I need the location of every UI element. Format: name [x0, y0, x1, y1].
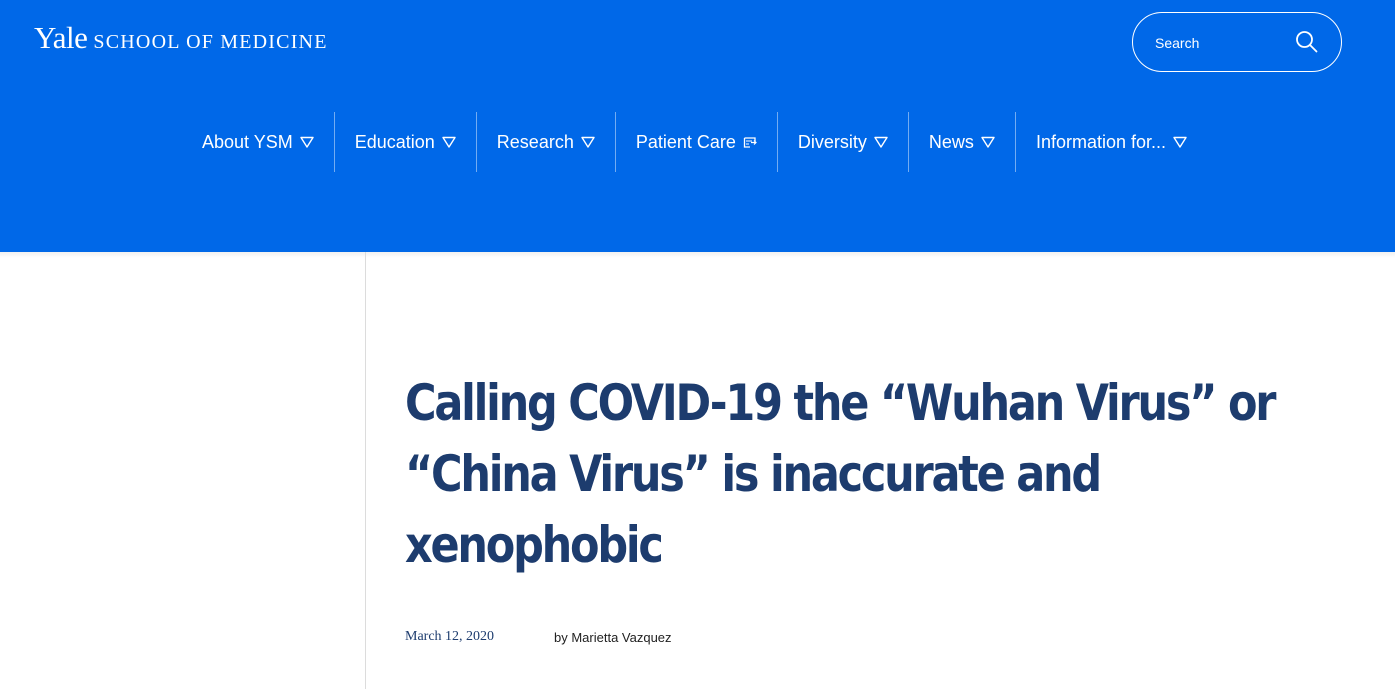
search-icon[interactable] — [1295, 30, 1319, 54]
nav-label: About YSM — [202, 131, 293, 152]
nav-label: Education — [354, 131, 435, 152]
article-title-line: Calling COVID-19 the “Wuhan Virus” or — [405, 374, 1277, 432]
nav-diversity[interactable]: Diversity — [776, 112, 908, 172]
triangle-down-icon — [581, 136, 595, 148]
nav-label: Patient Care — [635, 131, 736, 152]
triangle-down-icon — [442, 136, 456, 148]
nav-information-for[interactable]: Information for... — [1014, 112, 1207, 172]
nav-label: Diversity — [797, 131, 867, 152]
main-nav: About YSM Education Research Patient Car… — [182, 112, 1207, 172]
article-title-line: xenophobic — [405, 516, 664, 574]
article-date: March 12, 2020 — [405, 629, 495, 644]
logo-yale-text: Yale — [34, 20, 88, 55]
nav-label: Research — [496, 131, 574, 152]
nav-research[interactable]: Research — [475, 112, 615, 172]
article-author[interactable]: by Marietta Vazquez — [554, 630, 672, 645]
nav-label: Information for... — [1035, 131, 1166, 152]
nav-label: News — [928, 131, 974, 152]
header-shadow — [0, 252, 1395, 258]
nav-news[interactable]: News — [907, 112, 1015, 172]
nav-about-ysm[interactable]: About YSM — [182, 112, 334, 172]
article-title-line: “China Virus” is inaccurate and — [405, 445, 1102, 503]
triangle-down-icon — [874, 136, 888, 148]
yale-medicine-logo[interactable]: Yale SCHOOL OF MEDICINE — [34, 20, 328, 56]
triangle-down-icon — [1173, 136, 1187, 148]
article-title: Calling COVID-19 the “Wuhan Virus” or “C… — [405, 368, 1277, 581]
content-divider — [365, 252, 366, 689]
logo-school-text: SCHOOL OF MEDICINE — [93, 31, 328, 53]
external-link-icon — [743, 137, 757, 148]
nav-patient-care[interactable]: Patient Care — [614, 112, 777, 172]
search-input[interactable] — [1155, 31, 1295, 55]
nav-education[interactable]: Education — [333, 112, 476, 172]
site-header: YaleSCHOOL OF MEDICINE About YSM Educati… — [0, 0, 1395, 252]
triangle-down-icon — [981, 136, 995, 148]
triangle-down-icon — [300, 136, 314, 148]
